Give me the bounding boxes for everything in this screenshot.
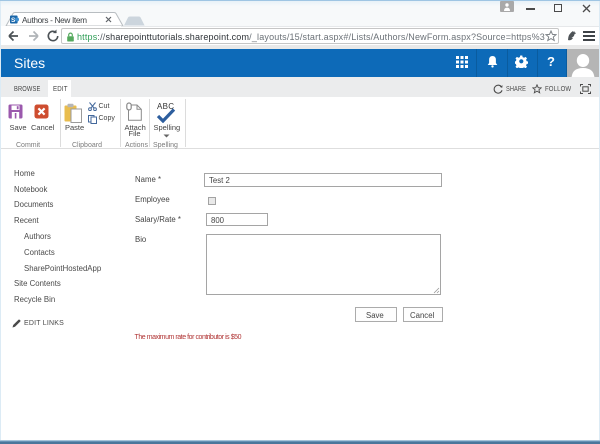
svg-text:S: S [11, 17, 16, 24]
